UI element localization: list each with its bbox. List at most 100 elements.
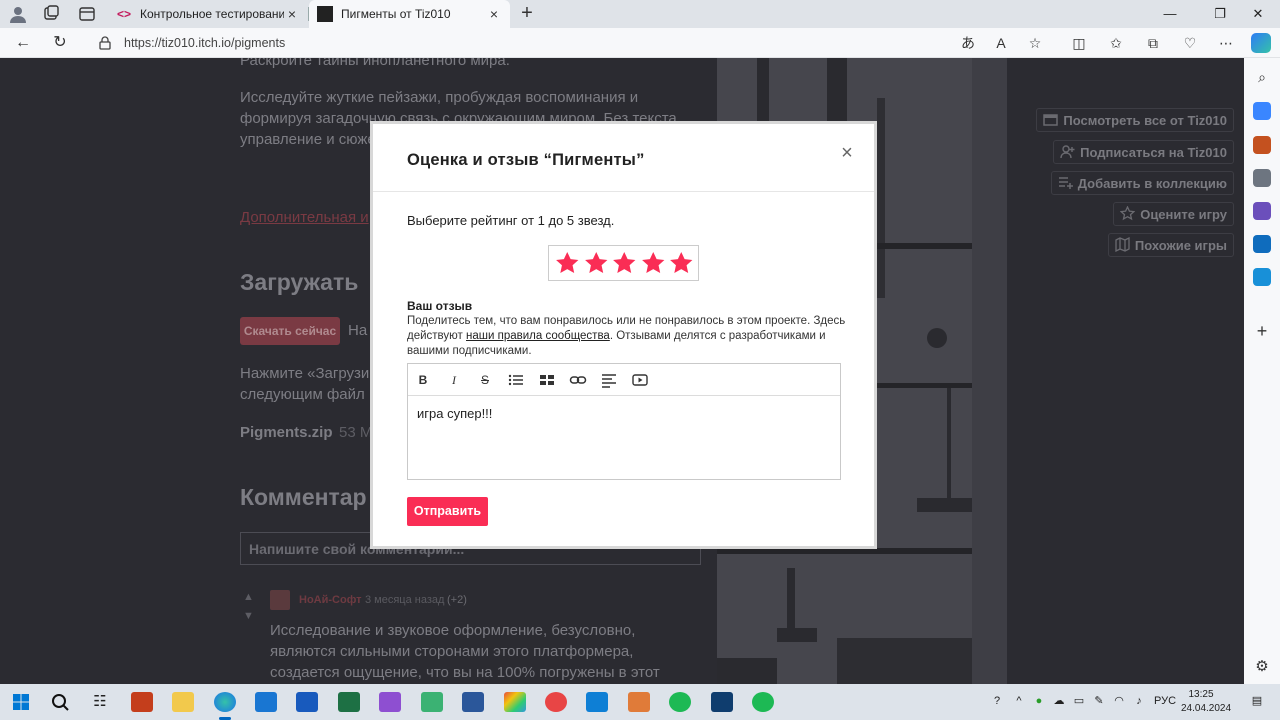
close-icon[interactable]: × xyxy=(838,143,856,163)
notifications-icon[interactable]: ▤ xyxy=(1250,694,1264,708)
profile-icon[interactable] xyxy=(8,5,28,23)
strikethrough-button[interactable]: S xyxy=(476,371,494,389)
bullet-list-icon[interactable] xyxy=(507,371,525,389)
wifi-icon[interactable]: ◠ xyxy=(1112,694,1126,708)
file-explorer-icon[interactable] xyxy=(172,692,194,712)
submit-button[interactable]: Отправить xyxy=(407,497,488,526)
more-menu-icon[interactable]: ⋯ xyxy=(1216,33,1236,53)
clock[interactable]: 13:25 24.04.2024 xyxy=(1181,688,1231,716)
time: 13:25 xyxy=(1188,689,1214,700)
italic-button[interactable]: I xyxy=(445,371,463,389)
refresh-button[interactable]: ↻ xyxy=(49,32,71,54)
favorites-icon[interactable]: ✩ xyxy=(1106,33,1126,53)
show-hidden-icons[interactable]: ^ xyxy=(1012,694,1026,708)
office-icon[interactable] xyxy=(1253,202,1271,220)
browser-tab-pigments[interactable]: Пигменты от Tiz010 × xyxy=(309,0,510,28)
volume-icon[interactable]: ♪ xyxy=(1132,694,1146,708)
star-icon[interactable] xyxy=(639,250,668,276)
rate-game-label: Оцените игру xyxy=(1140,207,1227,222)
edge-browser-icon[interactable] xyxy=(214,692,236,720)
tools-icon[interactable] xyxy=(1253,136,1271,154)
add-sidebar-icon[interactable]: + xyxy=(1253,322,1271,340)
workspaces-icon[interactable] xyxy=(42,5,60,23)
url-field[interactable]: https://tiz010.itch.io/pigments xyxy=(86,31,1054,55)
games-icon[interactable] xyxy=(1253,169,1271,187)
upvote-icon[interactable]: ▲ xyxy=(243,591,257,605)
similar-games-label: Похожие игры xyxy=(1134,238,1227,253)
star-icon[interactable] xyxy=(582,250,611,276)
align-icon[interactable] xyxy=(600,371,618,389)
avatar[interactable] xyxy=(270,590,290,610)
copilot-icon[interactable] xyxy=(1251,33,1271,53)
star-icon[interactable] xyxy=(610,250,639,276)
new-tab-button[interactable]: + xyxy=(516,2,538,24)
excel-icon[interactable] xyxy=(338,692,360,712)
send-icon[interactable] xyxy=(1253,268,1271,286)
review-textarea[interactable]: игра супер!!! xyxy=(417,406,492,421)
modal-header: Оценка и отзыв “Пигменты” × xyxy=(373,124,874,192)
taskbar: ☷ ? ^ ● ☁ ▭ ✎ ◠ ♪ РУС 13:25 24.04.2024 ▤ xyxy=(0,684,1280,720)
view-all-button[interactable]: Посмотреть все от Tiz010 xyxy=(1036,108,1234,132)
close-tab-icon[interactable]: × xyxy=(486,6,502,22)
video-icon[interactable] xyxy=(631,371,649,389)
download-now-button[interactable]: Скачать сейчас xyxy=(240,317,340,345)
comment-author[interactable]: НоАй-Софт xyxy=(299,594,362,606)
gallery-icon[interactable] xyxy=(538,371,556,389)
minimize-button[interactable]: — xyxy=(1148,0,1192,28)
settings-gear-icon[interactable]: ⚙ xyxy=(1253,658,1271,676)
back-button[interactable]: ← xyxy=(12,32,34,54)
read-aloud-icon[interactable]: A xyxy=(991,33,1011,53)
close-window-button[interactable]: ✕ xyxy=(1236,0,1280,28)
store-icon xyxy=(1043,114,1059,126)
search-icon[interactable] xyxy=(49,692,71,712)
similar-games-button[interactable]: Похожие игры xyxy=(1107,233,1234,257)
cloud-icon[interactable]: ☁ xyxy=(1052,694,1066,708)
add-to-collection-button[interactable]: Добавить в коллекцию xyxy=(1050,171,1234,195)
view-all-label: Посмотреть все от Tiz010 xyxy=(1063,113,1227,128)
app-tray-icon[interactable]: ● xyxy=(1032,694,1046,708)
downvote-icon[interactable]: ▼ xyxy=(243,610,257,624)
star-icon[interactable] xyxy=(553,250,582,276)
powerpoint-icon[interactable] xyxy=(131,692,153,712)
spotify-icon[interactable] xyxy=(669,692,691,712)
xampp-icon[interactable] xyxy=(628,692,650,712)
help-icon[interactable]: ? xyxy=(990,694,1004,708)
translate-icon[interactable]: あ xyxy=(958,33,978,53)
lock-icon[interactable] xyxy=(98,36,112,50)
word-icon[interactable] xyxy=(296,692,318,712)
vertical-tabs-icon[interactable] xyxy=(78,5,96,23)
spotify-alt-icon[interactable] xyxy=(752,692,774,712)
shopping-icon[interactable] xyxy=(1253,102,1271,120)
color-app-icon[interactable] xyxy=(504,692,526,712)
vscode-icon[interactable] xyxy=(586,692,608,712)
language-indicator[interactable]: РУС xyxy=(1154,694,1176,708)
target-app-icon[interactable] xyxy=(545,692,567,712)
task-view-icon[interactable]: ☷ xyxy=(89,692,111,712)
address-bar-row: ← ↻ https://tiz010.itch.io/pigments あ A … xyxy=(0,28,1280,58)
visual-studio-icon[interactable] xyxy=(379,692,401,712)
favorite-star-icon[interactable]: ☆ xyxy=(1025,33,1045,53)
community-rules-link[interactable]: наши правила сообщества xyxy=(466,330,610,342)
star-rating[interactable] xyxy=(548,245,699,281)
tool-app-icon[interactable] xyxy=(421,692,443,712)
link-icon[interactable] xyxy=(569,371,587,389)
start-windows-icon[interactable] xyxy=(10,692,32,712)
word-alt-icon[interactable] xyxy=(462,692,484,712)
pen-icon[interactable]: ✎ xyxy=(1092,694,1106,708)
star-icon[interactable] xyxy=(667,250,696,276)
browser-essentials-icon[interactable]: ♡ xyxy=(1180,33,1200,53)
collections-icon[interactable]: ⧉ xyxy=(1143,33,1163,53)
browser-tab-bar: <> Контрольное тестирование | KC × Пигме… xyxy=(0,0,1280,28)
outlook-icon[interactable] xyxy=(1253,235,1271,253)
rate-game-button[interactable]: Оцените игру xyxy=(1113,202,1234,226)
security-app-icon[interactable] xyxy=(711,692,733,712)
display-icon[interactable]: ▭ xyxy=(1072,694,1086,708)
search-icon[interactable]: ⌕ xyxy=(1253,69,1271,87)
split-screen-icon[interactable]: ◫ xyxy=(1069,33,1089,53)
mail-icon[interactable] xyxy=(255,692,277,712)
bold-button[interactable]: B xyxy=(414,371,432,389)
browser-tab-test[interactable]: <> Контрольное тестирование | KC × xyxy=(108,0,308,28)
close-tab-icon[interactable]: × xyxy=(284,6,300,22)
follow-button[interactable]: Подписаться на Tiz010 xyxy=(1053,140,1234,164)
more-info-link[interactable]: Дополнительная и xyxy=(240,207,369,228)
